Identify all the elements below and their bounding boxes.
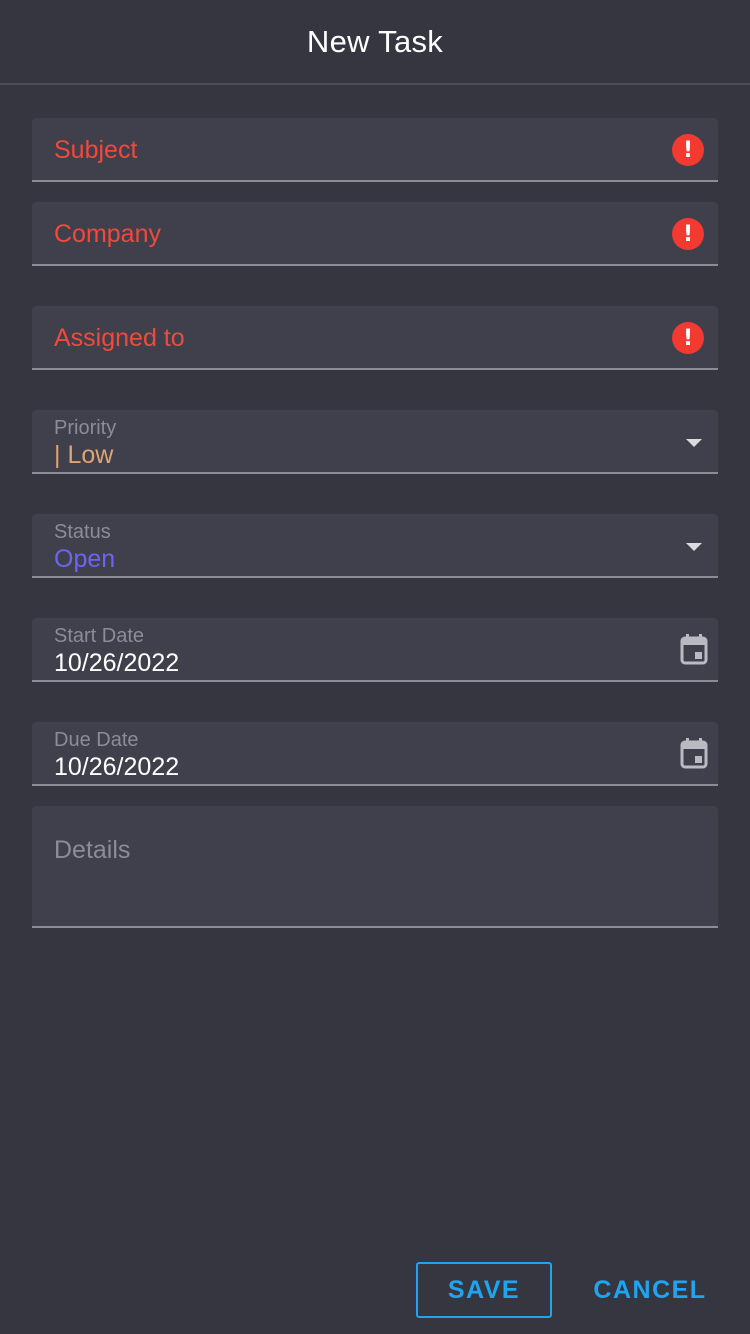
priority-value: | Low	[54, 441, 114, 469]
company-field[interactable]: Company !	[32, 202, 718, 266]
start-date-value: 10/26/2022	[54, 649, 180, 677]
cancel-button[interactable]: CANCEL	[580, 1262, 720, 1318]
status-select[interactable]: Status Open	[32, 514, 718, 578]
details-textarea[interactable]: Details	[32, 806, 718, 928]
caret-down-icon[interactable]	[686, 439, 702, 447]
calendar-icon[interactable]	[680, 737, 708, 769]
calendar-icon[interactable]	[680, 633, 708, 665]
company-error-icon: !	[672, 218, 704, 250]
assigned-to-field[interactable]: Assigned to !	[32, 306, 718, 370]
save-button[interactable]: SAVE	[416, 1262, 552, 1318]
assigned-to-label: Assigned to	[54, 324, 185, 352]
due-date-value: 10/26/2022	[54, 753, 180, 781]
subject-error-icon: !	[672, 134, 704, 166]
company-label: Company	[54, 220, 161, 248]
details-placeholder: Details	[54, 836, 131, 864]
page-title: New Task	[306, 23, 444, 59]
priority-select[interactable]: Priority | Low	[32, 410, 718, 474]
app-header: New Task	[0, 0, 750, 85]
assigned-to-error-icon: !	[672, 322, 704, 354]
start-date-field[interactable]: Start Date 10/26/2022	[32, 618, 718, 682]
subject-field[interactable]: Subject !	[32, 118, 718, 182]
start-date-label: Start Date	[54, 625, 145, 647]
caret-down-icon[interactable]	[686, 543, 702, 551]
subject-label: Subject	[54, 136, 138, 164]
due-date-label: Due Date	[54, 729, 139, 751]
priority-label: Priority	[54, 417, 117, 439]
status-label: Status	[54, 521, 111, 543]
due-date-field[interactable]: Due Date 10/26/2022	[32, 722, 718, 786]
status-value: Open	[54, 545, 116, 573]
